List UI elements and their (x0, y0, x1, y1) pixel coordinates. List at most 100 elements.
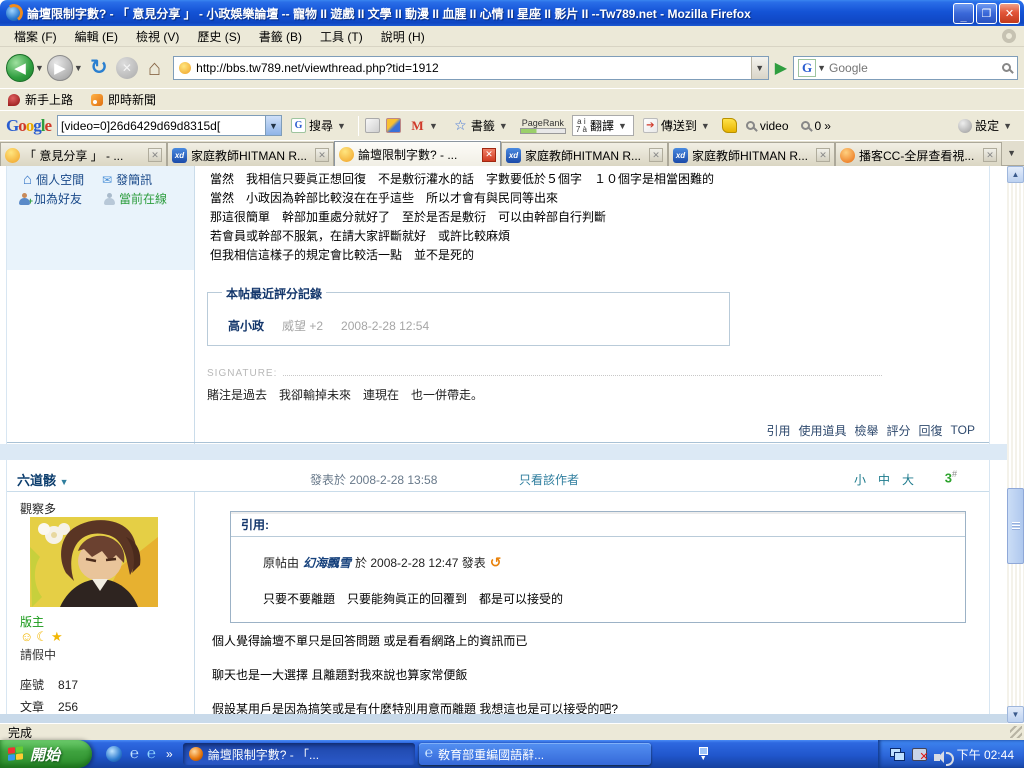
reload-button[interactable]: ↻ (86, 55, 112, 80)
font-large-link[interactable]: 大 (902, 471, 914, 488)
user-avatar[interactable] (30, 517, 158, 607)
font-small-link[interactable]: 小 (854, 471, 866, 488)
xd-favicon: xd (673, 148, 688, 163)
bookmark-latest-news[interactable]: 即時新聞 (91, 91, 156, 108)
send-to-button[interactable]: ➔ 傳送到 ▼ (640, 115, 716, 136)
tab-5[interactable]: 播客CC-全屏查看視... ✕ (835, 142, 1002, 167)
tab-close-icon[interactable]: ✕ (649, 148, 663, 162)
news-icon[interactable] (365, 118, 380, 133)
post2-author-link[interactable]: 六道骸 ▼ (17, 470, 69, 489)
translate-button[interactable]: a i7 à 翻譯 ▼ (572, 115, 634, 136)
taskbar-toolbar-handle[interactable]: ▼ (699, 747, 708, 762)
tab-list-dropdown[interactable]: ▼ (1002, 141, 1024, 165)
pagerank-widget[interactable]: PageRank (520, 118, 566, 134)
menu-edit[interactable]: 編輯 (E) (67, 26, 126, 47)
go-button[interactable]: ▶ (775, 58, 787, 78)
resize-grip[interactable] (1010, 726, 1022, 738)
google-search-button[interactable]: G 搜尋 ▼ (288, 115, 352, 136)
overflow-chevron[interactable]: » (824, 119, 831, 133)
url-dropdown-button[interactable]: ▼ (751, 57, 768, 79)
props-link[interactable]: 使用道具 (798, 422, 846, 439)
stop-button[interactable]: ✕ (116, 57, 138, 79)
tab-2-active[interactable]: 論壇限制字數? - ... ✕ (334, 141, 501, 167)
search-input[interactable] (829, 61, 1002, 75)
back-button[interactable]: ◀ (6, 54, 34, 82)
quick-launch-browser-icon[interactable] (106, 746, 122, 762)
tab-1[interactable]: xd 家庭教師HITMAN R... ✕ (167, 142, 334, 167)
goto-quoted-post-icon[interactable]: ↺ (490, 554, 502, 571)
quote-link[interactable]: 引用 (766, 422, 790, 439)
url-input[interactable] (196, 61, 751, 75)
task-firefox[interactable]: 論壇限制字數? - 「... (183, 743, 415, 765)
reply-link[interactable]: 回復 (919, 422, 943, 439)
menu-history[interactable]: 歷史 (S) (189, 26, 248, 47)
bookmarks-button[interactable]: ☆ 書籤 ▼ (450, 115, 514, 136)
google-search-input[interactable] (58, 119, 265, 133)
forward-button[interactable]: ▶ (47, 55, 73, 81)
menu-bookmarks[interactable]: 書籤 (B) (251, 26, 310, 47)
menu-tools[interactable]: 工具 (T) (312, 26, 371, 47)
clock[interactable]: 下午 02:44 (957, 746, 1014, 763)
post-text-line: 當然 我相信只要眞正想回復 不是敷衍灌水的話 字數要低於５個字 １０個字是相當困… (210, 170, 980, 189)
quick-launch-overflow[interactable]: » (166, 747, 173, 761)
minimize-button[interactable]: _ (953, 3, 974, 24)
restore-button[interactable]: ❐ (976, 3, 997, 24)
quick-launch-ie-icon[interactable]: ℮ (130, 746, 139, 762)
scroll-up-button[interactable]: ▲ (1007, 166, 1024, 183)
scrollbar-thumb[interactable] (1007, 488, 1024, 564)
tab-0[interactable]: 「 意見分享 」 - ... ✕ (0, 142, 167, 167)
site-favicon (179, 62, 191, 74)
vertical-scrollbar[interactable]: ▲ ▼ (1007, 166, 1024, 723)
tab-close-icon[interactable]: ✕ (148, 148, 162, 162)
top-link[interactable]: TOP (951, 423, 975, 437)
word-find-video-button[interactable]: video (743, 117, 792, 135)
google-search-combo[interactable]: ▼ (57, 115, 282, 136)
only-author-link[interactable]: 只看該作者 (519, 471, 579, 488)
network-icon[interactable] (890, 748, 905, 761)
close-button[interactable]: ✕ (999, 3, 1020, 24)
rating-user-link[interactable]: 高小政 (228, 317, 264, 334)
stat-posts: 文章256 (20, 698, 78, 715)
search-icon[interactable] (1002, 63, 1011, 72)
gmail-button[interactable]: M ▼ (407, 116, 444, 135)
scroll-down-button[interactable]: ▼ (1007, 706, 1024, 723)
google-search-dropdown[interactable]: ▼ (265, 116, 281, 135)
tab-3[interactable]: xd 家庭教師HITMAN R... ✕ (501, 142, 668, 167)
forward-dropdown-icon[interactable]: ▼ (74, 63, 83, 73)
tab-close-icon[interactable]: ✕ (983, 148, 997, 162)
font-medium-link[interactable]: 中 (878, 471, 890, 488)
sitemap-icon[interactable] (386, 118, 401, 133)
start-button[interactable]: 開始 (0, 740, 92, 768)
bookmark-getting-started[interactable]: 新手上路 (8, 91, 73, 108)
pagerank-bar (520, 128, 566, 134)
home-button[interactable]: ⌂ (148, 55, 161, 81)
url-bar[interactable]: ▼ (173, 56, 769, 80)
quick-launch-ie2-icon[interactable]: ℮ (147, 746, 156, 762)
chevron-down-icon: ▼ (618, 121, 627, 131)
send-message-link[interactable]: ✉ 發簡訊 (102, 171, 152, 188)
rate-link[interactable]: 評分 (887, 422, 911, 439)
tab-close-icon[interactable]: ✕ (816, 148, 830, 162)
tab-close-icon[interactable]: ✕ (315, 148, 329, 162)
tab-close-icon[interactable]: ✕ (482, 148, 496, 162)
device-error-icon[interactable] (912, 748, 927, 761)
back-dropdown-icon[interactable]: ▼ (35, 63, 44, 73)
add-friend-link[interactable]: + 加為好友 (19, 190, 82, 207)
floor-number-link[interactable]: 3# (945, 469, 957, 485)
word-find-count-button[interactable]: 0 » (798, 117, 834, 135)
task-ie[interactable]: ℮ 敎育部重編國語辭... (419, 743, 651, 765)
menu-help[interactable]: 說明 (H) (373, 26, 433, 47)
settings-button[interactable]: 設定 ▼ (955, 115, 1018, 136)
report-link[interactable]: 檢舉 (855, 422, 879, 439)
search-engine-dropdown-icon[interactable]: ▼ (817, 63, 826, 73)
profile-space-link[interactable]: ⌂ 個人空間 (23, 171, 84, 188)
search-box[interactable]: G ▼ (793, 56, 1018, 80)
menu-view[interactable]: 檢視 (V) (128, 26, 187, 47)
ie-task-icon: ℮ (425, 747, 433, 761)
tab-4[interactable]: xd 家庭教師HITMAN R... ✕ (668, 142, 835, 167)
quoted-user-link[interactable]: 幻海飄雪 (303, 554, 351, 571)
menu-file[interactable]: 檔案 (F) (6, 26, 65, 47)
highlighter-icon[interactable] (722, 118, 737, 133)
volume-icon[interactable] (934, 754, 940, 761)
table-bottom-strip (0, 714, 1007, 723)
